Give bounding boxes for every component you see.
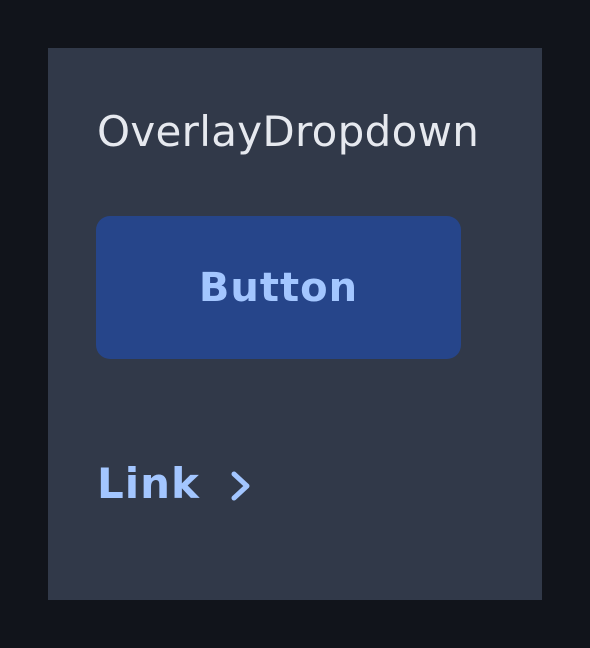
link[interactable]: Link [97,456,252,512]
link-label: Link [97,459,200,508]
card-title: OverlayDropdown [97,107,480,156]
primary-button[interactable]: Button [96,216,461,359]
dropdown-card: OverlayDropdown Button Link [48,48,542,600]
chevron-right-icon [230,469,252,503]
